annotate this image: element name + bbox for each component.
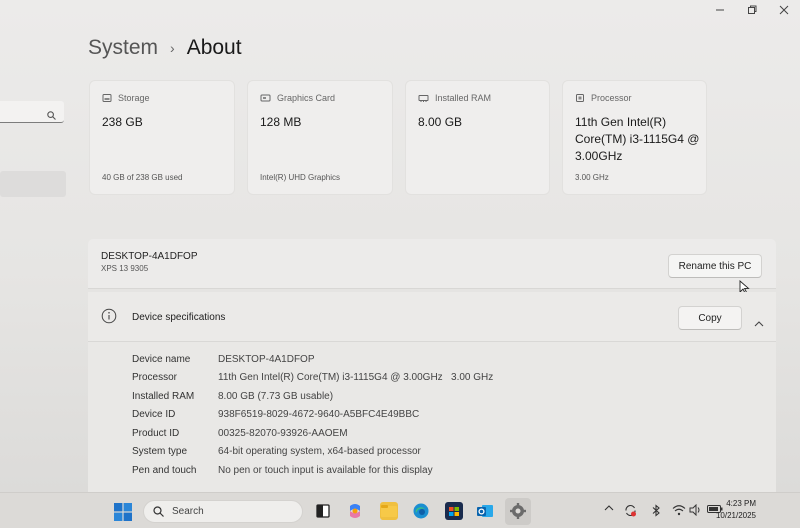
file-explorer-icon[interactable]	[380, 502, 398, 520]
windows-start-icon[interactable]	[114, 503, 132, 526]
processor-card[interactable]: Processor 11th Gen Intel(R) Core(TM) i3-…	[562, 80, 707, 195]
spec-row: Device ID 938F6519-8029-4672-9640-A5BFC4E…	[132, 406, 493, 425]
restore-button[interactable]	[736, 0, 768, 20]
bluetooth-icon[interactable]	[651, 504, 661, 519]
pc-name-section: DESKTOP-4A1DFOP XPS 13 9305 Rename this …	[88, 239, 776, 289]
copy-button[interactable]: Copy	[678, 306, 742, 330]
breadcrumb-system[interactable]: System	[88, 36, 158, 60]
spec-value: DESKTOP-4A1DFOP	[218, 353, 315, 365]
search-icon	[47, 107, 56, 125]
device-specifications-section: Device specifications Copy Device name DE…	[88, 292, 776, 492]
card-label: Processor	[591, 93, 632, 103]
volume-icon[interactable]	[689, 503, 702, 518]
taskbar-search-label: Search	[172, 506, 204, 517]
spec-row: Processor 11th Gen Intel(R) Core(TM) i3-1…	[132, 369, 493, 388]
card-label: Storage	[118, 93, 150, 103]
processor-icon	[575, 93, 585, 103]
breadcrumb: System › About	[88, 36, 242, 60]
device-specifications-header[interactable]: Device specifications Copy	[88, 292, 776, 342]
taskbar-search-box[interactable]: Search	[143, 500, 303, 523]
clock[interactable]: 4:23 PM 10/21/2025	[716, 498, 756, 522]
chevron-up-icon[interactable]	[754, 314, 764, 332]
settings-search-input[interactable]	[0, 101, 64, 123]
spec-value: 00325-82070-93926-AAOEM	[218, 427, 348, 439]
card-subtext: 3.00 GHz	[575, 173, 609, 182]
spec-row: Pen and touch No pen or touch input is av…	[132, 461, 493, 480]
chevron-right-icon: ›	[170, 40, 175, 56]
spec-value: 11th Gen Intel(R) Core(TM) i3-1115G4 @ 3…	[218, 372, 494, 384]
spec-row: Device name DESKTOP-4A1DFOP	[132, 350, 493, 369]
spec-value: No pen or touch input is available for t…	[218, 464, 433, 476]
spec-key: Device name	[132, 353, 191, 365]
card-label: Installed RAM	[435, 93, 492, 103]
taskbar: Search 4:23 PM 10/21/2025	[0, 492, 800, 528]
info-icon	[101, 308, 117, 329]
outlook-icon[interactable]	[476, 502, 494, 520]
spec-key: Product ID	[132, 427, 180, 439]
spec-key: Installed RAM	[132, 390, 195, 402]
spec-row: Installed RAM 8.00 GB (7.73 GB usable)	[132, 387, 493, 406]
minimize-button[interactable]	[704, 0, 736, 20]
rename-pc-button[interactable]: Rename this PC	[668, 254, 762, 278]
graphics-card-card[interactable]: Graphics Card 128 MB Intel(R) UHD Graphi…	[247, 80, 393, 195]
copilot-icon[interactable]	[346, 502, 364, 520]
card-value: 11th Gen Intel(R) Core(TM) i3-1115G4 @ 3…	[575, 115, 700, 163]
clock-date: 10/21/2025	[715, 511, 756, 520]
section-title: Device specifications	[132, 312, 226, 323]
spec-list: Device name DESKTOP-4A1DFOP Processor 11th…	[132, 350, 493, 480]
wifi-icon[interactable]	[672, 504, 686, 518]
card-subtext: 40 GB of 238 GB used	[102, 173, 183, 182]
spec-row: System type 64-bit operating system, x64-…	[132, 443, 493, 462]
card-subtext: Intel(R) UHD Graphics	[260, 173, 341, 182]
graphics-card-icon	[260, 93, 271, 103]
clock-time: 4:23 PM	[726, 499, 756, 508]
storage-card[interactable]: Storage 238 GB 40 GB of 238 GB used	[89, 80, 235, 195]
spec-key: Processor	[132, 372, 178, 384]
spec-key: Device ID	[132, 409, 176, 421]
task-view-icon[interactable]	[314, 502, 332, 520]
spec-row: Product ID 00325-82070-93926-AAOEM	[132, 424, 493, 443]
spec-value: 938F6519-8029-4672-9640-A5BFC4E49BBC	[218, 409, 420, 421]
device-name: DESKTOP-4A1DFOP	[101, 251, 198, 262]
installed-ram-card[interactable]: Installed RAM 8.00 GB	[405, 80, 550, 195]
search-icon	[153, 506, 164, 517]
spec-value: 64-bit operating system, x64-based proce…	[218, 446, 421, 458]
sync-icon[interactable]	[624, 504, 637, 519]
card-label: Graphics Card	[277, 93, 336, 103]
caption-buttons	[704, 0, 800, 20]
card-value: 238 GB	[102, 115, 143, 129]
sidebar	[0, 0, 72, 492]
spec-key: Pen and touch	[132, 464, 197, 476]
microsoft-store-icon[interactable]	[445, 502, 463, 520]
sidebar-item-system[interactable]	[0, 171, 66, 197]
chevron-up-icon[interactable]	[604, 504, 614, 514]
spec-value: 8.00 GB (7.73 GB usable)	[218, 390, 334, 402]
device-model: XPS 13 9305	[101, 264, 149, 273]
card-value: 128 MB	[260, 115, 302, 129]
spec-key: System type	[132, 446, 188, 458]
close-button[interactable]	[768, 0, 800, 20]
card-value: 8.00 GB	[418, 115, 463, 129]
settings-window: System › About Storage 238 GB 40 GB of 2…	[0, 0, 800, 492]
edge-browser-icon[interactable]	[412, 502, 430, 520]
page-title: About	[186, 36, 242, 59]
storage-icon	[102, 93, 112, 103]
ram-icon	[418, 93, 429, 103]
settings-gear-icon[interactable]	[509, 502, 527, 520]
